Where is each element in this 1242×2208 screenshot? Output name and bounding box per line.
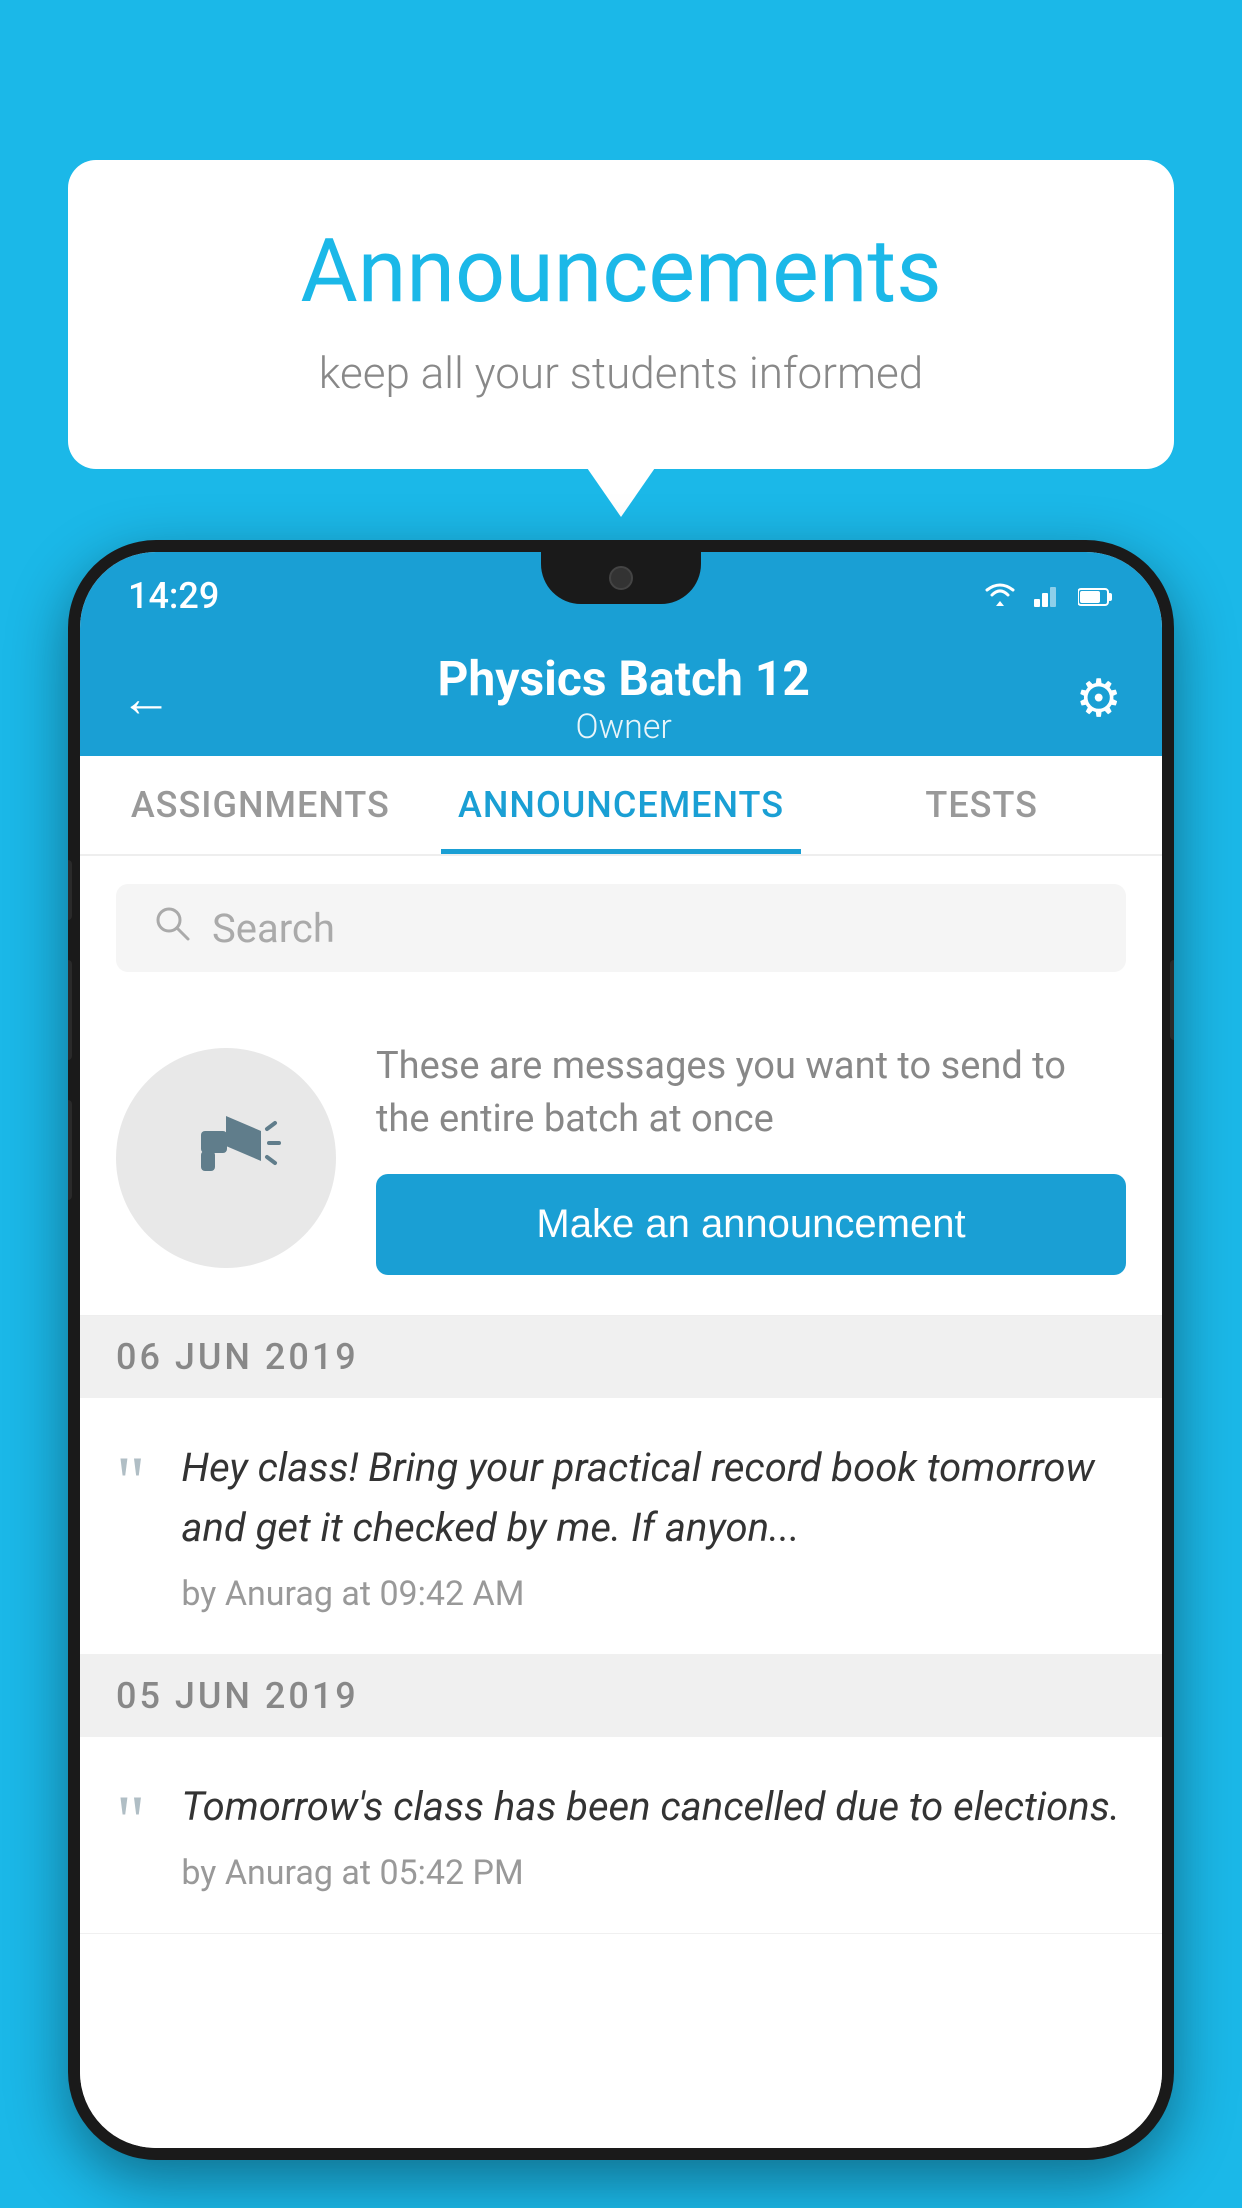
phone-content-area: Search — [80, 856, 1162, 2148]
announcement-content-1: Hey class! Bring your practical record b… — [181, 1438, 1126, 1614]
announcement-item-1[interactable]: " Hey class! Bring your practical record… — [80, 1398, 1162, 1655]
phone-notch — [541, 552, 701, 604]
megaphone-icon — [171, 1091, 281, 1225]
date-separator-2: 05 JUN 2019 — [80, 1655, 1162, 1737]
status-time: 14:29 — [128, 575, 219, 617]
phone-frame: 14:29 — [68, 540, 1174, 2160]
tab-announcements[interactable]: ANNOUNCEMENTS — [441, 756, 802, 854]
phone-screen: 14:29 — [80, 552, 1162, 2148]
phone-power-button — [1170, 960, 1174, 1040]
announcement-text-1: Hey class! Bring your practical record b… — [181, 1438, 1126, 1558]
signal-icon — [1034, 577, 1062, 615]
speech-bubble-area: Announcements keep all your students inf… — [68, 160, 1174, 469]
battery-icon — [1078, 577, 1114, 615]
wifi-icon — [982, 577, 1018, 615]
make-announcement-button[interactable]: Make an announcement — [376, 1174, 1126, 1275]
promo-icon-container — [116, 1048, 336, 1268]
promo-description: These are messages you want to send to t… — [376, 1040, 1126, 1146]
tab-tests[interactable]: TESTS — [801, 756, 1162, 854]
header-title-area: Physics Batch 12 Owner — [437, 650, 809, 747]
search-placeholder-text: Search — [212, 905, 335, 952]
announcement-meta-1: by Anurag at 09:42 AM — [181, 1574, 1126, 1614]
announcement-content-2: Tomorrow's class has been cancelled due … — [181, 1777, 1126, 1893]
status-bar: 14:29 — [80, 552, 1162, 640]
announcement-item-2[interactable]: " Tomorrow's class has been cancelled du… — [80, 1737, 1162, 1934]
promo-right-area: These are messages you want to send to t… — [376, 1040, 1126, 1275]
app-header: ← Physics Batch 12 Owner ⚙ — [80, 640, 1162, 756]
camera-dot — [609, 566, 633, 590]
tabs-bar: ASSIGNMENTS ANNOUNCEMENTS TESTS — [80, 756, 1162, 856]
bubble-subtitle: keep all your students informed — [148, 347, 1094, 399]
batch-title: Physics Batch 12 — [437, 650, 809, 707]
status-icons — [982, 577, 1114, 615]
quote-icon-2: " — [116, 1785, 145, 1857]
search-icon — [152, 902, 192, 954]
batch-role: Owner — [437, 707, 809, 747]
announcement-promo-section: These are messages you want to send to t… — [80, 1000, 1162, 1316]
search-bar[interactable]: Search — [116, 884, 1126, 972]
phone-volume-mute-button — [68, 860, 72, 920]
back-button[interactable]: ← — [120, 668, 172, 729]
phone-volume-up-button — [68, 960, 72, 1060]
phone-volume-down-button — [68, 1100, 72, 1200]
speech-bubble-card: Announcements keep all your students inf… — [68, 160, 1174, 469]
quote-icon-1: " — [116, 1446, 145, 1518]
search-container: Search — [80, 856, 1162, 1000]
announcement-text-2: Tomorrow's class has been cancelled due … — [181, 1777, 1126, 1837]
date-separator-1: 06 JUN 2019 — [80, 1316, 1162, 1398]
tab-assignments[interactable]: ASSIGNMENTS — [80, 756, 441, 854]
announcement-meta-2: by Anurag at 05:42 PM — [181, 1853, 1126, 1893]
bubble-title: Announcements — [148, 220, 1094, 323]
settings-button[interactable]: ⚙ — [1075, 668, 1122, 729]
